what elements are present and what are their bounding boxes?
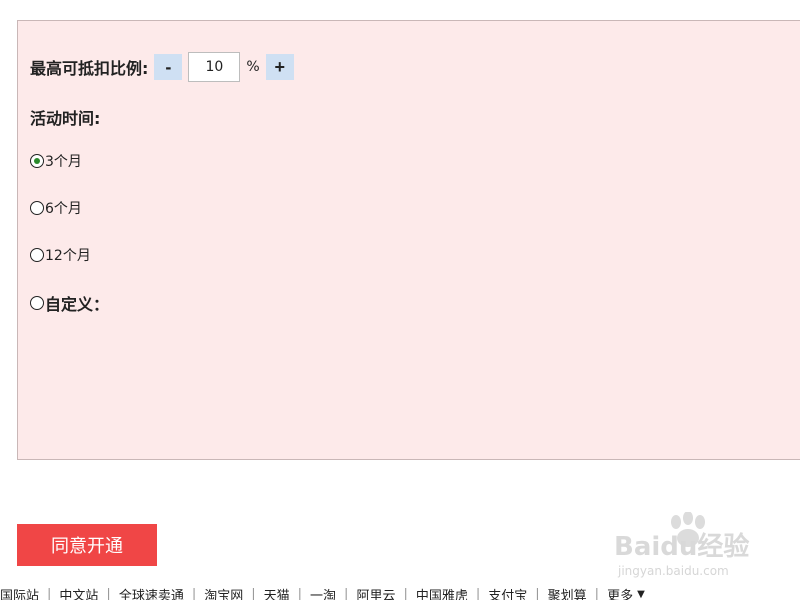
footer-separator: | [403,586,408,600]
duration-option-12-months[interactable]: 12个月 [30,245,91,265]
radio-6-months[interactable] [30,201,44,215]
watermark-url: jingyan.baidu.com [618,564,729,578]
duration-option-6-months[interactable]: 6个月 [30,198,82,218]
duration-option-3-months[interactable]: 3个月 [30,151,82,171]
footer-link[interactable]: 全球速卖通 [119,585,184,600]
option-label: 3个月 [45,154,82,170]
duration-option-custom[interactable]: 自定义： [30,291,109,315]
increment-button[interactable]: + [265,54,294,80]
decrement-button[interactable]: - [154,54,183,80]
footer-link[interactable]: 支付宝 [488,585,527,600]
max-deduction-ratio-label: 最高可抵扣比例: [30,59,149,78]
settings-panel: 最高可抵扣比例: - % + 活动时间: 3个月 6个月 12个月 自定义： [17,20,800,460]
watermark-brand: Baidu经验 [614,532,750,562]
percent-unit: % [246,59,260,75]
chevron-down-icon[interactable]: ▼ [637,589,645,600]
footer-link[interactable]: 中国雅虎 [416,585,468,600]
radio-3-months[interactable] [30,154,44,168]
radio-selected-dot [34,158,40,164]
footer-separator: | [475,586,481,600]
footer-link[interactable]: 国际站 [0,585,39,600]
footer-separator: | [344,586,349,600]
agree-enable-button[interactable]: 同意开通 [17,524,157,566]
footer-separator: | [594,586,600,600]
footer-separator: | [47,586,52,600]
footer-link-more[interactable]: 更多 [607,585,633,600]
footer-link[interactable]: 阿里云 [356,585,395,600]
footer-separator: | [535,586,540,600]
option-label: 自定义： [45,295,110,314]
option-label: 12个月 [45,248,91,264]
footer-link[interactable]: 一淘 [310,585,336,600]
footer-link[interactable]: 天猫 [264,585,290,600]
baidu-jingyan-watermark: Baidu经验 jingyan.baidu.com [614,512,794,582]
page: 最高可抵扣比例: - % + 活动时间: 3个月 6个月 12个月 自定义： 同… [0,0,800,600]
max-deduction-ratio-row: 最高可抵扣比例: - % + [30,52,294,82]
footer-link[interactable]: 聚划算 [548,585,587,600]
footer-separator: | [297,586,303,600]
radio-12-months[interactable] [30,248,44,262]
footer-separator: | [106,586,111,600]
footer-link[interactable]: 中文站 [59,585,98,600]
activity-time-label: 活动时间: [30,109,101,128]
footer-link[interactable]: 淘宝网 [204,585,243,600]
radio-custom[interactable] [30,296,44,310]
footer-links: 国际站 | 中文站 | 全球速卖通 | 淘宝网 | 天猫 | 一淘 | 阿里云 | 中国雅虎 |… [0,586,645,600]
ratio-input[interactable] [188,52,241,82]
footer-separator: | [191,586,197,600]
footer-separator: | [251,586,256,600]
option-label: 6个月 [45,201,82,217]
